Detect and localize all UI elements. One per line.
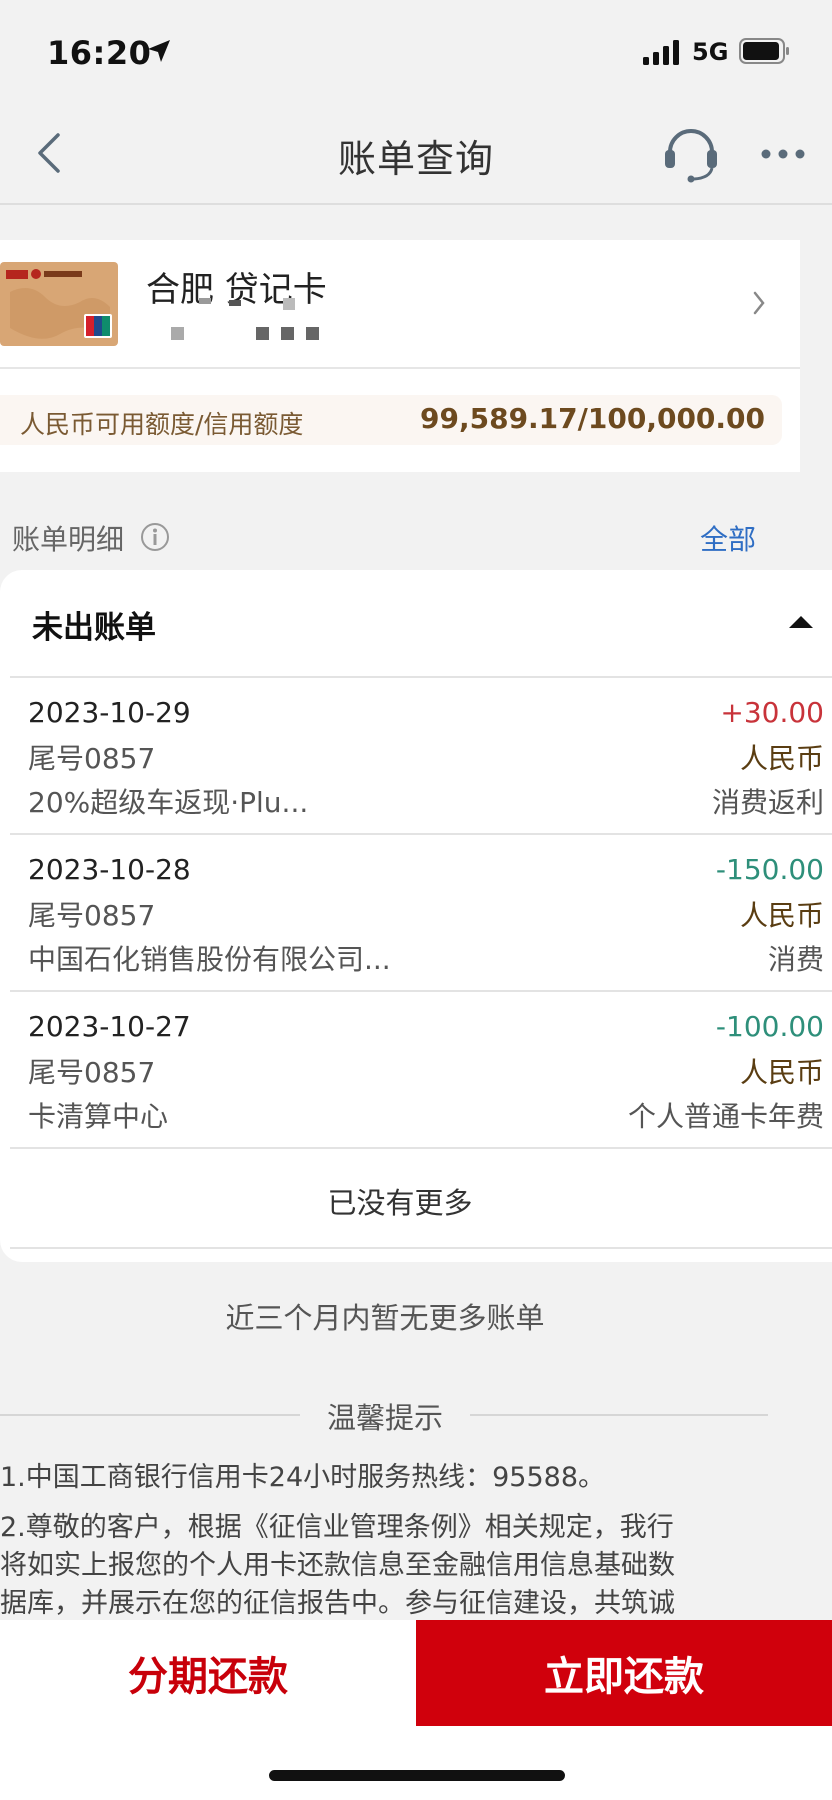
collapse-triangle-icon[interactable] [788,614,814,633]
unbilled-title[interactable]: 未出账单 [32,602,156,647]
transaction-currency: 人民币 [739,742,824,775]
transaction-type: 个人普通卡年费 [627,1100,824,1133]
transaction-amount: -150.00 [715,853,824,886]
transaction-date: 2023-10-29 [28,696,191,729]
card-number-mask [165,298,345,344]
info-icon[interactable] [140,522,170,556]
transaction-currency: 人民币 [739,899,824,932]
network-label: 5G [692,38,729,66]
transaction-amount: -100.00 [715,1010,824,1043]
repay-now-button[interactable]: 立即还款 [416,1620,832,1726]
chevron-right-icon [752,290,766,320]
divider [10,1147,832,1149]
customer-service-icon[interactable] [662,124,720,188]
transaction-merchant: 20%超级车返现·Plu... [28,786,309,819]
tips-line: 2.尊敬的客户，根据《征信业管理条例》相关规定，我行 [0,1512,674,1543]
transaction-amount: +30.00 [720,696,824,729]
divider [0,367,800,369]
view-all-link[interactable]: 全部 [700,518,756,558]
transaction-currency: 人民币 [739,1056,824,1089]
divider [10,833,832,835]
divider [10,1247,832,1249]
transaction-type: 消费 [767,943,824,976]
more-icon[interactable] [760,145,806,164]
credit-limit-value: 99,589.17/100,000.00 [420,402,766,435]
installment-repay-button[interactable]: 分期还款 [0,1620,416,1726]
transaction-type: 消费返利 [711,786,824,819]
transaction-merchant: 卡清算中心 [28,1100,169,1133]
location-arrow-icon [146,38,172,68]
transaction-card-tail: 尾号0857 [28,899,156,932]
tips-line: 1.中国工商银行信用卡24小时服务热线：95588。 [0,1462,606,1493]
no-more-bills-3-months: 近三个月内暂无更多账单 [225,1301,545,1335]
home-indicator-area [0,1726,832,1800]
no-more-text: 已没有更多 [327,1186,473,1220]
battery-icon [739,38,791,68]
tips-title: 温馨提示 [300,1395,470,1441]
card-image [0,262,118,346]
signal-icon [643,40,683,70]
tips-line: 据库，并展示在您的征信报告中。参与征信建设，共筑诚 [0,1588,675,1619]
tips-line: 将如实上报您的个人用卡还款信息至金融信用信息基础数 [0,1550,675,1581]
credit-limit-label: 人民币可用额度/信用额度 [20,410,304,439]
home-indicator[interactable] [269,1770,565,1781]
transaction-card-tail: 尾号0857 [28,1056,156,1089]
divider [10,676,832,678]
status-time: 16:20 [47,34,152,72]
divider [10,990,832,992]
transaction-merchant: 中国石化销售股份有限公司... [28,943,391,976]
transaction-date: 2023-10-28 [28,853,191,886]
transaction-card-tail: 尾号0857 [28,742,156,775]
transaction-date: 2023-10-27 [28,1010,191,1043]
bill-detail-label: 账单明细 [12,523,125,556]
